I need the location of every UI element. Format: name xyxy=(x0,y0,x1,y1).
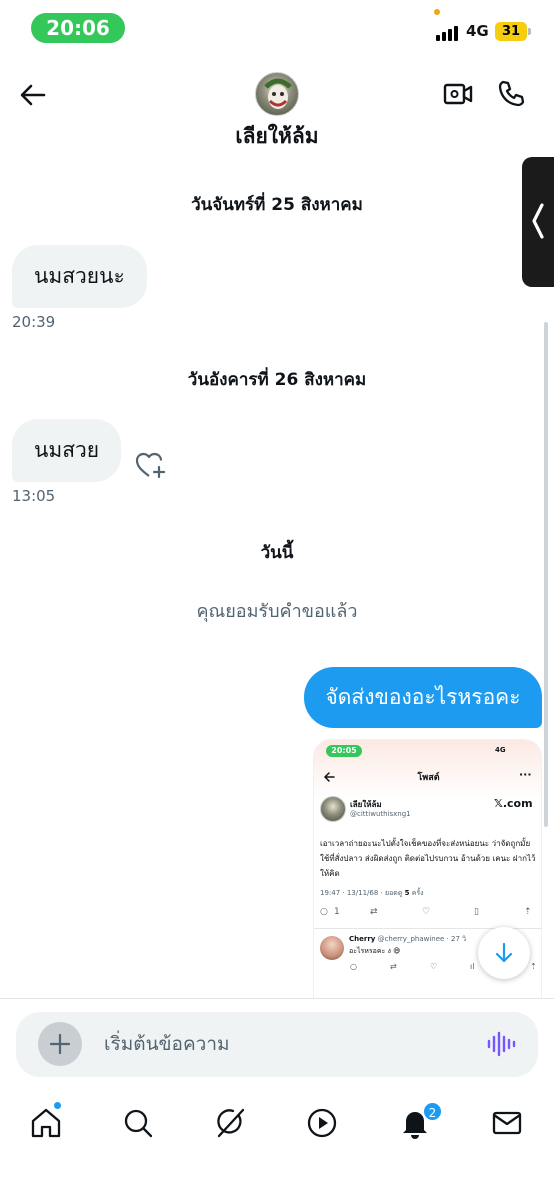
incoming-message[interactable]: นมสวย xyxy=(12,419,122,482)
video-call-icon xyxy=(443,83,473,105)
system-note: คุณยอมรับคำขอแล้ว xyxy=(196,601,358,622)
contact-avatar[interactable] xyxy=(255,72,299,116)
bottom-nav xyxy=(0,1090,554,1200)
nav-messages[interactable] xyxy=(490,1106,524,1140)
nav-video[interactable] xyxy=(305,1106,339,1140)
mail-icon xyxy=(492,1111,522,1135)
date-separator: วันจันทร์ที่ 25 สิงหาคม xyxy=(191,195,363,215)
share-icon: ⇡ xyxy=(524,907,532,917)
privacy-indicator-dot xyxy=(434,9,440,15)
status-time: 20:06 xyxy=(31,13,125,43)
shared-image-reply-author: Cherry @cherry_phawinee · 27 วิ xyxy=(349,935,467,943)
shared-image-title: โพสต์ xyxy=(417,773,440,783)
shared-image-meta: 19:47 · 13/11/68 · ยอดดู 5 ครั้ง xyxy=(320,889,424,897)
more-icon: ··· xyxy=(519,768,532,781)
network-label: 4G xyxy=(466,22,489,40)
battery-icon: 31 xyxy=(495,22,527,41)
notification-badge: 2 xyxy=(422,1101,443,1122)
voice-wave-icon xyxy=(487,1031,516,1057)
plus-icon xyxy=(49,1033,71,1055)
signal-icon xyxy=(436,25,462,41)
voice-message-button[interactable] xyxy=(485,1028,517,1060)
side-panel-handle[interactable] xyxy=(522,157,554,287)
grok-icon xyxy=(217,1108,245,1138)
add-media-button[interactable] xyxy=(38,1022,82,1066)
shared-image-status: 4G xyxy=(495,746,506,754)
home-icon xyxy=(31,1108,61,1138)
scroll-to-bottom-button[interactable] xyxy=(478,927,530,979)
scrollbar[interactable] xyxy=(544,322,548,827)
home-unread-dot xyxy=(54,1102,61,1109)
phone-call-button[interactable] xyxy=(495,78,527,110)
shared-image-reply-text: อะไรหรอคะ ง 😄 xyxy=(349,947,401,955)
search-icon xyxy=(124,1109,153,1138)
play-icon xyxy=(307,1108,337,1138)
status-bar: 20:06 4G 31 xyxy=(0,0,554,60)
outgoing-message[interactable]: จัดส่งของอะไรหรอคะ xyxy=(304,667,542,728)
shared-image-logo: 𝕏.com xyxy=(494,797,533,810)
contact-name[interactable]: เลียให้ล้ม xyxy=(0,120,554,153)
reply-count: 1 xyxy=(334,907,340,917)
shared-image-avatar xyxy=(320,796,346,822)
nav-home[interactable] xyxy=(29,1106,63,1140)
shared-image-post-text: เอาเวลาถ่ายอะนะไปตั้งใจเช็คของที่จะส่งหน… xyxy=(320,839,536,878)
arrow-down-icon xyxy=(495,942,513,963)
back-button[interactable] xyxy=(16,78,50,112)
shared-image-actions: ○ 1 ⇄ ♡ ▯ ⇡ xyxy=(314,907,541,923)
message-time: 20:39 xyxy=(12,313,56,331)
heart-plus-icon xyxy=(135,452,166,479)
nav-search[interactable] xyxy=(121,1106,155,1140)
date-separator: วันอังคารที่ 26 สิงหาคม xyxy=(187,370,367,390)
reply-icon: ○ xyxy=(320,907,328,917)
incoming-message[interactable]: นมสวยนะ xyxy=(12,245,147,308)
shared-image-reply-avatar xyxy=(320,936,344,960)
message-time: 13:05 xyxy=(12,487,56,505)
like-icon: ♡ xyxy=(422,907,431,917)
shared-image-time: 20:05 xyxy=(326,745,362,757)
video-call-button[interactable] xyxy=(442,78,474,110)
battery-tip xyxy=(528,28,531,35)
message-input[interactable] xyxy=(104,1030,464,1058)
nav-grok[interactable] xyxy=(213,1106,247,1140)
date-separator: วันนี้ xyxy=(260,543,294,563)
phone-icon xyxy=(498,80,525,107)
bookmark-icon: ▯ xyxy=(474,907,479,917)
back-arrow-icon xyxy=(20,84,46,106)
shared-image-handle: @cittiwuthisxng1 xyxy=(350,810,411,818)
react-button[interactable] xyxy=(135,450,167,480)
retweet-icon: ⇄ xyxy=(370,907,378,917)
